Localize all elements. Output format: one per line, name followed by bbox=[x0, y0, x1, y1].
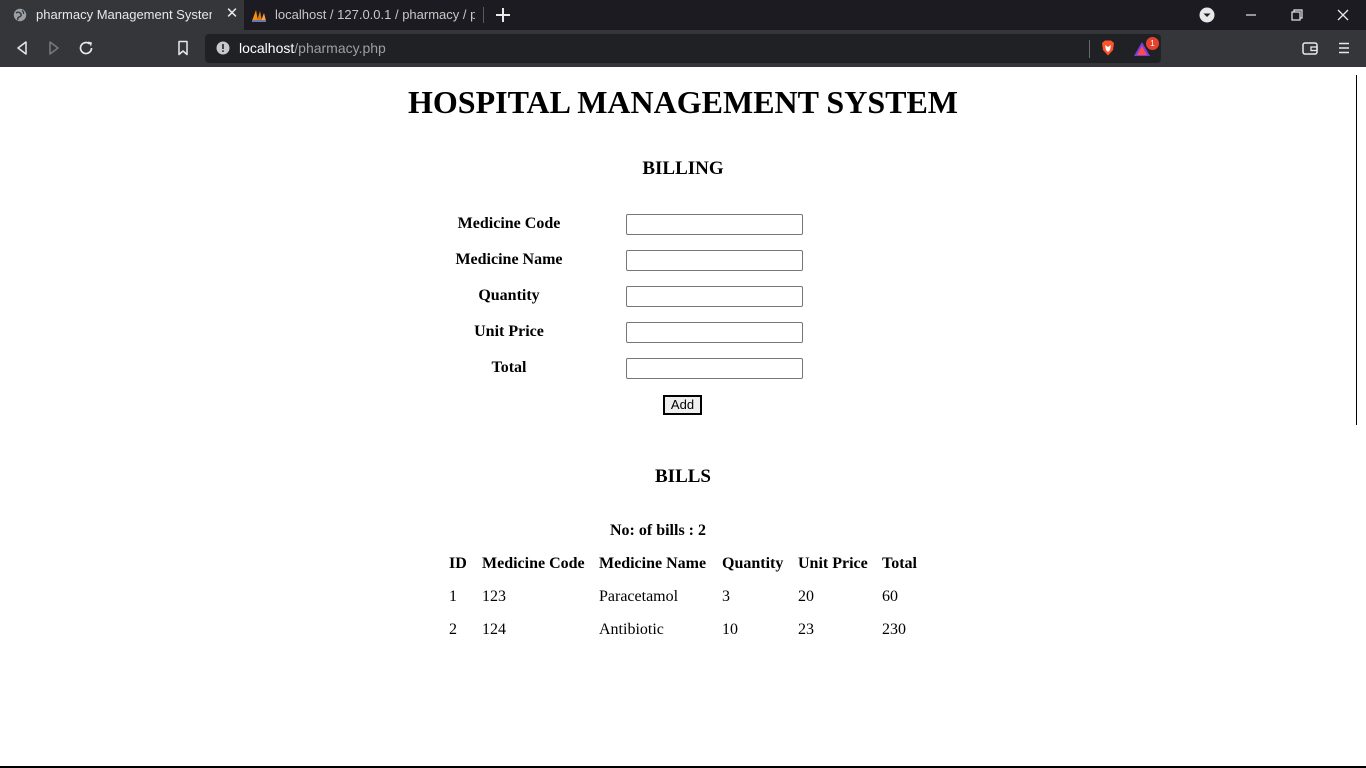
bills-heading: BILLS bbox=[655, 466, 711, 487]
tab-pharmacy[interactable]: pharmacy Management System ✕ bbox=[0, 0, 244, 30]
url-host: localhost bbox=[239, 40, 295, 56]
alert-badge: 1 bbox=[1146, 37, 1159, 50]
bill-count: No: of bills : 2 bbox=[610, 522, 706, 539]
table-cell-total: 60 bbox=[882, 588, 898, 605]
column-header-total: Total bbox=[882, 555, 917, 572]
close-icon[interactable]: ✕ bbox=[224, 6, 240, 22]
minimize-icon[interactable] bbox=[1241, 5, 1261, 25]
table-cell-quantity: 3 bbox=[722, 588, 730, 605]
globe-icon bbox=[13, 8, 27, 22]
column-header-unit-price: Unit Price bbox=[798, 555, 868, 572]
table-cell-medicine-name: Paracetamol bbox=[599, 588, 679, 605]
medicine-code-input[interactable] bbox=[626, 214, 803, 235]
reload-icon[interactable] bbox=[77, 39, 95, 57]
column-header-medicine-name: Medicine Name bbox=[599, 555, 707, 572]
table-cell-total: 230 bbox=[882, 621, 906, 638]
total-label: Total bbox=[491, 359, 527, 376]
total-input[interactable] bbox=[626, 358, 803, 379]
table-cell-id: 1 bbox=[449, 588, 457, 605]
info-icon[interactable] bbox=[216, 41, 230, 55]
unit-price-label: Unit Price bbox=[474, 323, 544, 340]
window-close-icon[interactable] bbox=[1333, 5, 1353, 25]
url-text: localhost/pharmacy.php bbox=[239, 40, 386, 56]
brave-shields-icon[interactable] bbox=[1099, 39, 1117, 57]
table-cell-id: 2 bbox=[449, 621, 457, 638]
medicine-name-label: Medicine Name bbox=[455, 251, 563, 268]
table-cell-unit-price: 23 bbox=[798, 621, 814, 638]
page-title: HOSPITAL MANAGEMENT SYSTEM bbox=[407, 84, 958, 120]
table-cell-quantity: 10 bbox=[722, 621, 738, 638]
back-icon[interactable] bbox=[13, 39, 31, 57]
scrollbar[interactable] bbox=[1356, 75, 1357, 425]
table-cell-unit-price: 20 bbox=[798, 588, 814, 605]
menu-icon[interactable] bbox=[1335, 39, 1353, 57]
forward-icon[interactable] bbox=[45, 39, 63, 57]
table-cell-medicine-code: 124 bbox=[482, 621, 506, 638]
quantity-label: Quantity bbox=[478, 287, 540, 304]
medicine-name-input[interactable] bbox=[626, 250, 803, 271]
browser-toolbar: localhost/pharmacy.php 1 bbox=[0, 30, 1366, 67]
billing-heading: BILLING bbox=[642, 158, 724, 179]
column-header-medicine-code: Medicine Code bbox=[482, 555, 585, 572]
unit-price-input[interactable] bbox=[626, 322, 803, 343]
address-bar-divider bbox=[1089, 40, 1090, 58]
medicine-code-label: Medicine Code bbox=[457, 215, 561, 232]
column-header-id: ID bbox=[449, 555, 467, 572]
tab-strip: pharmacy Management System ✕ localhost /… bbox=[0, 0, 1366, 30]
wallet-icon[interactable] bbox=[1301, 39, 1319, 57]
table-cell-medicine-code: 123 bbox=[482, 588, 506, 605]
address-bar[interactable]: localhost/pharmacy.php bbox=[205, 34, 1161, 63]
quantity-input[interactable] bbox=[626, 286, 803, 307]
tab-title: pharmacy Management System bbox=[36, 7, 212, 22]
url-path: /pharmacy.php bbox=[294, 40, 386, 56]
tab-search-icon[interactable] bbox=[1197, 5, 1217, 25]
add-button[interactable]: Add bbox=[663, 395, 702, 415]
phpmyadmin-icon bbox=[252, 10, 266, 22]
tab-separator bbox=[483, 7, 484, 23]
table-cell-medicine-name: Antibiotic bbox=[599, 621, 664, 638]
plus-icon[interactable] bbox=[494, 6, 512, 24]
tab-phpmyadmin[interactable]: localhost / 127.0.0.1 / pharmacy / phar bbox=[244, 0, 484, 30]
bookmark-icon[interactable] bbox=[174, 39, 192, 57]
restore-icon[interactable] bbox=[1287, 5, 1307, 25]
tab-title: localhost / 127.0.0.1 / pharmacy / phar bbox=[275, 7, 475, 22]
column-header-quantity: Quantity bbox=[722, 555, 784, 572]
